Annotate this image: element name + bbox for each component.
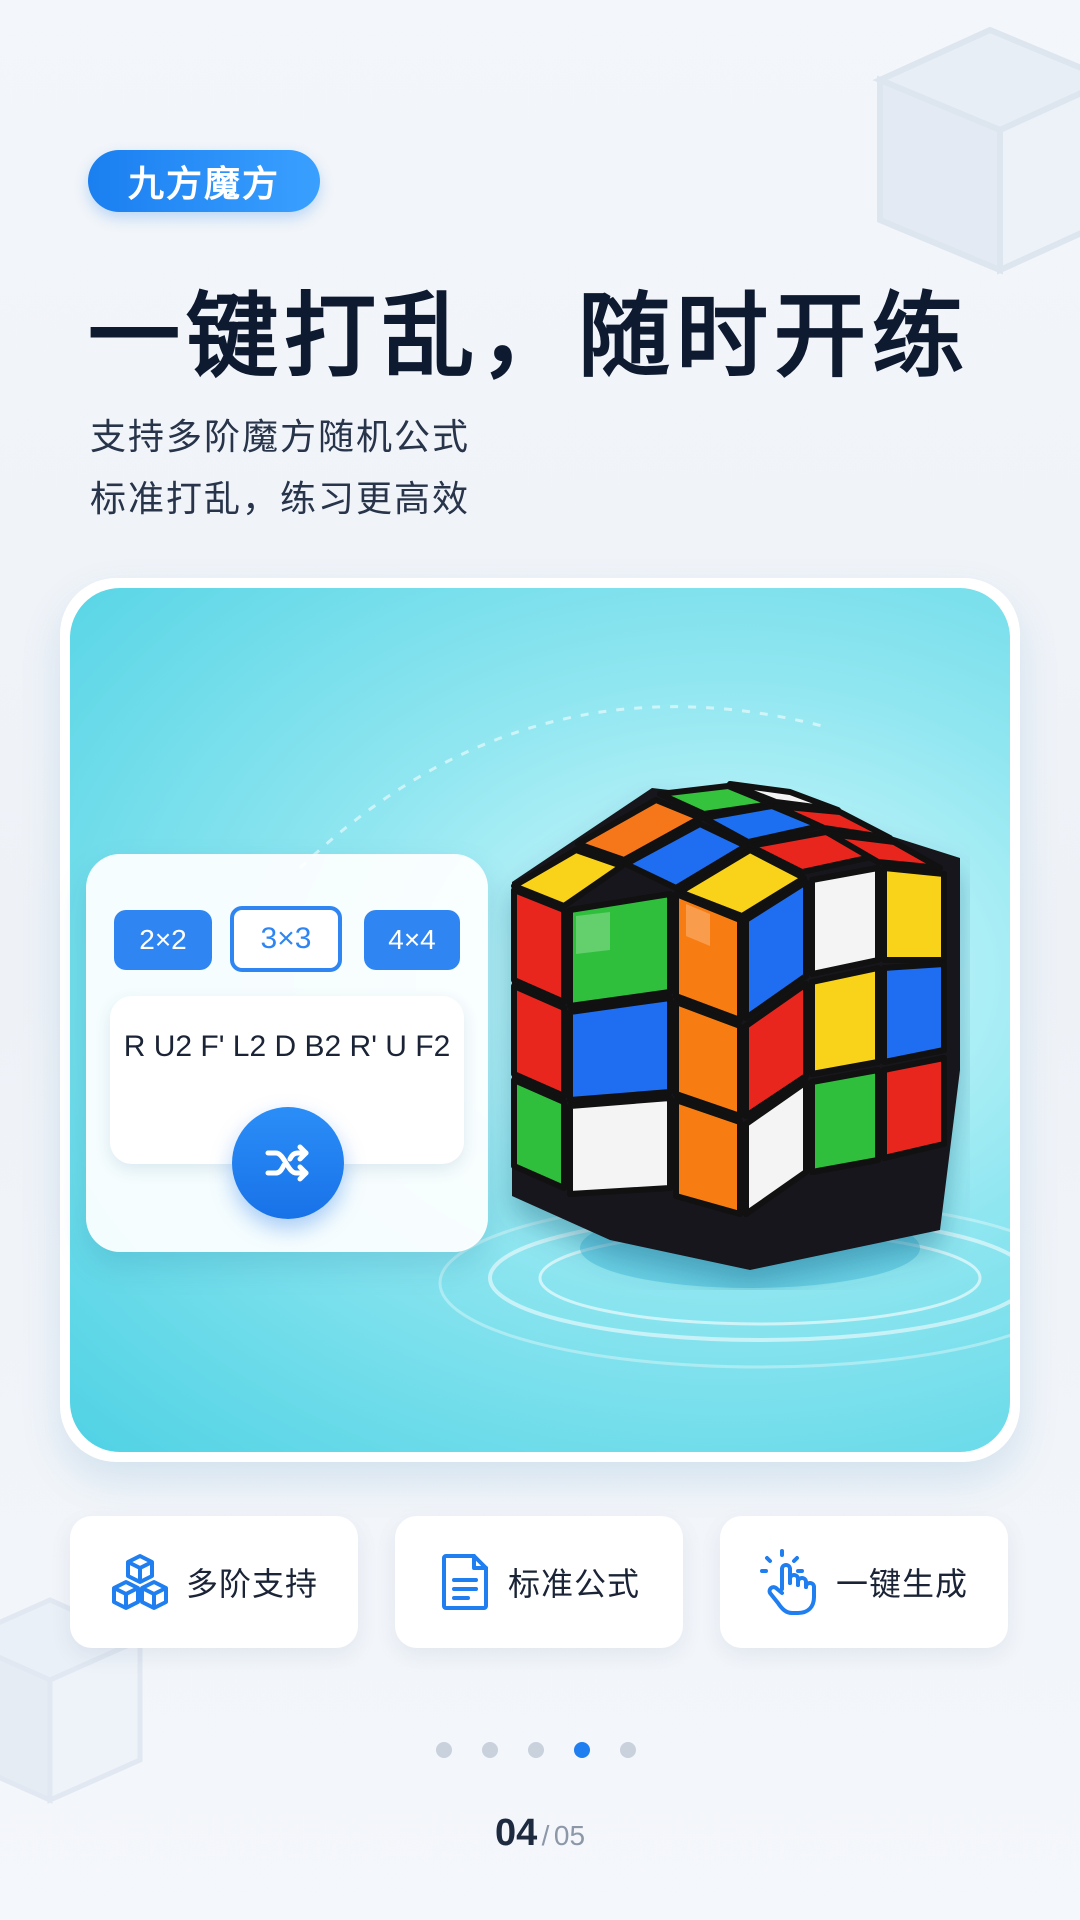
cubes-icon [111,1554,168,1610]
brand-badge: 九方魔方 [88,150,320,212]
page-dot[interactable] [620,1742,636,1758]
total-pages: 05 [553,1820,586,1851]
size-3x3-button[interactable]: 3×3 [230,906,342,972]
page-dot[interactable] [528,1742,544,1758]
current-page: 04 [494,1812,538,1854]
feature-label: 多阶支持 [185,1565,318,1603]
subtitle-line-2: 标准打乱，练习更高效 [90,479,471,520]
document-icon [441,1554,488,1610]
shuffle-icon [265,1144,309,1182]
scramble-formula: R U2 F' L2 D B2 R' U F2 [123,1030,451,1063]
pagination-dots [436,1742,636,1758]
rubiks-cube-illustration [511,781,960,1270]
feature-label: 一键生成 [835,1565,968,1603]
feature-standard-formula[interactable]: 标准公式 [395,1516,683,1648]
subtitle-line-1: 支持多阶魔方随机公式 [90,417,471,458]
page-dot[interactable] [436,1742,452,1758]
page-separator: / [541,1820,550,1851]
page-title: 一键打乱，随时开练 [88,283,971,390]
tap-hand-icon [759,1549,816,1615]
page-counter: 04 / 05 [0,1812,1080,1855]
page-dot-active[interactable] [574,1742,590,1758]
feature-one-click-generate[interactable]: 一键生成 [720,1516,1008,1648]
size-2x2-button[interactable]: 2×2 [114,910,212,970]
shuffle-button[interactable] [232,1107,344,1219]
feature-multi-order[interactable]: 多阶支持 [70,1516,358,1648]
size-4x4-button[interactable]: 4×4 [364,910,460,970]
feature-label: 标准公式 [507,1565,640,1603]
page-dot[interactable] [482,1742,498,1758]
